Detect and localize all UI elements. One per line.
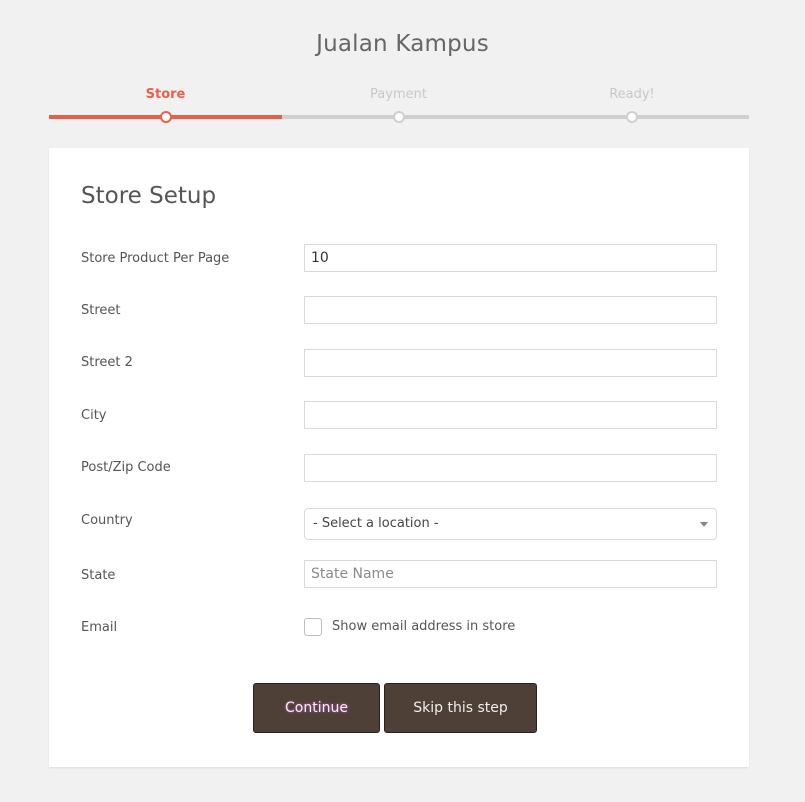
continue-button[interactable]: Continue	[253, 683, 380, 733]
step-payment-dot-icon	[392, 111, 405, 123]
per-page-input[interactable]	[304, 244, 717, 272]
street-label: Street	[81, 303, 121, 318]
per-page-label: Store Product Per Page	[81, 251, 230, 266]
country-label: Country	[81, 513, 133, 528]
step-payment-label: Payment	[370, 87, 427, 102]
step-ready-label: Ready!	[609, 87, 655, 102]
country-select[interactable]: - Select a location -	[304, 508, 717, 540]
show-email-option: Show email address in store	[304, 618, 717, 638]
skip-step-button[interactable]: Skip this step	[384, 683, 537, 733]
state-label: State	[81, 568, 116, 583]
street2-label: Street 2	[81, 355, 133, 370]
step-payment: Payment	[282, 86, 515, 126]
site-title: Jualan Kampus	[316, 31, 489, 57]
zip-label: Post/Zip Code	[81, 460, 171, 475]
email-label: Email	[81, 620, 118, 635]
step-store-dot-icon	[159, 111, 172, 123]
card-title: Store Setup	[81, 183, 217, 209]
country-select-value: - Select a location -	[313, 516, 439, 531]
step-ready: Ready!	[515, 86, 749, 126]
state-input[interactable]	[304, 560, 717, 588]
step-ready-dot-icon	[626, 111, 638, 123]
city-input[interactable]	[304, 401, 717, 429]
store-setup-card: Store Setup Store Product Per Page Stree…	[49, 148, 749, 767]
street2-input[interactable]	[304, 349, 717, 377]
setup-progress-steps: Store Payment Ready!	[49, 86, 749, 126]
city-label: City	[81, 408, 107, 423]
show-email-checkbox-label[interactable]: Show email address in store	[332, 619, 515, 634]
show-email-checkbox[interactable]	[304, 618, 322, 636]
chevron-down-icon	[700, 522, 708, 527]
street-input[interactable]	[304, 296, 717, 324]
zip-input[interactable]	[304, 454, 717, 482]
step-store-label: Store	[145, 87, 186, 102]
step-store: Store	[49, 86, 282, 126]
